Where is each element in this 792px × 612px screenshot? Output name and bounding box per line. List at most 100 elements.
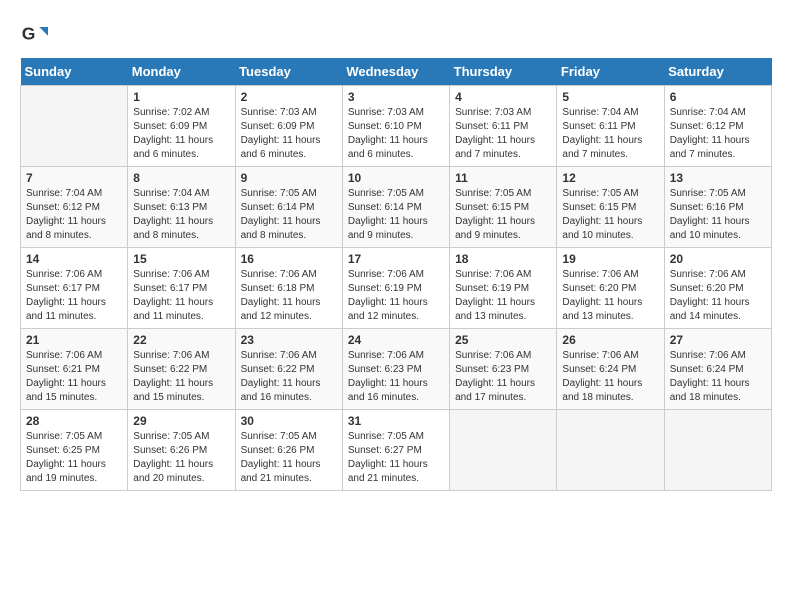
day-info: Sunrise: 7:06 AMSunset: 6:17 PMDaylight:… <box>133 268 229 324</box>
day-info: Sunrise: 7:05 AMSunset: 6:26 PMDaylight:… <box>241 430 337 486</box>
day-number: 26 <box>562 333 658 347</box>
day-info: Sunrise: 7:05 AMSunset: 6:14 PMDaylight:… <box>348 187 444 243</box>
weekday-header-thursday: Thursday <box>450 58 557 86</box>
calendar-cell: 11 Sunrise: 7:05 AMSunset: 6:15 PMDayligh… <box>450 167 557 248</box>
calendar-cell: 25 Sunrise: 7:06 AMSunset: 6:23 PMDayligh… <box>450 329 557 410</box>
calendar-cell: 28 Sunrise: 7:05 AMSunset: 6:25 PMDayligh… <box>21 410 128 491</box>
weekday-header-saturday: Saturday <box>664 58 771 86</box>
day-info: Sunrise: 7:06 AMSunset: 6:20 PMDaylight:… <box>670 268 766 324</box>
day-number: 6 <box>670 90 766 104</box>
calendar-cell: 17Sunrise: 7:06 AMSunset: 6:19 PMDayligh… <box>342 248 449 329</box>
calendar-cell: 27 Sunrise: 7:06 AMSunset: 6:24 PMDayligh… <box>664 329 771 410</box>
day-info: Sunrise: 7:02 AMSunset: 6:09 PMDaylight:… <box>133 106 229 162</box>
day-info: Sunrise: 7:05 AMSunset: 6:15 PMDaylight:… <box>455 187 551 243</box>
calendar-cell: 13 Sunrise: 7:05 AMSunset: 6:16 PMDayligh… <box>664 167 771 248</box>
day-number: 13 <box>670 171 766 185</box>
day-number: 3 <box>348 90 444 104</box>
calendar-cell: 30 Sunrise: 7:05 AMSunset: 6:26 PMDayligh… <box>235 410 342 491</box>
day-info: Sunrise: 7:06 AMSunset: 6:22 PMDaylight:… <box>133 349 229 405</box>
weekday-header-wednesday: Wednesday <box>342 58 449 86</box>
day-number: 22 <box>133 333 229 347</box>
day-number: 10 <box>348 171 444 185</box>
day-info: Sunrise: 7:06 AMSunset: 6:22 PMDaylight:… <box>241 349 337 405</box>
calendar-cell: 12 Sunrise: 7:05 AMSunset: 6:15 PMDayligh… <box>557 167 664 248</box>
page-header: G <box>20 20 772 48</box>
day-info: Sunrise: 7:06 AMSunset: 6:20 PMDaylight:… <box>562 268 658 324</box>
svg-text:G: G <box>22 23 36 43</box>
day-info: Sunrise: 7:05 AMSunset: 6:16 PMDaylight:… <box>670 187 766 243</box>
day-number: 12 <box>562 171 658 185</box>
day-number: 2 <box>241 90 337 104</box>
calendar-cell <box>557 410 664 491</box>
weekday-header-row: SundayMondayTuesdayWednesdayThursdayFrid… <box>21 58 772 86</box>
calendar-cell <box>450 410 557 491</box>
day-number: 5 <box>562 90 658 104</box>
calendar-week-row: 21 Sunrise: 7:06 AMSunset: 6:21 PMDayligh… <box>21 329 772 410</box>
calendar-cell: 20 Sunrise: 7:06 AMSunset: 6:20 PMDayligh… <box>664 248 771 329</box>
day-info: Sunrise: 7:05 AMSunset: 6:26 PMDaylight:… <box>133 430 229 486</box>
day-number: 30 <box>241 414 337 428</box>
day-number: 20 <box>670 252 766 266</box>
day-number: 17 <box>348 252 444 266</box>
calendar-cell: 14Sunrise: 7:06 AMSunset: 6:17 PMDayligh… <box>21 248 128 329</box>
weekday-header-friday: Friday <box>557 58 664 86</box>
weekday-header-tuesday: Tuesday <box>235 58 342 86</box>
day-info: Sunrise: 7:06 AMSunset: 6:24 PMDaylight:… <box>670 349 766 405</box>
day-number: 16 <box>241 252 337 266</box>
day-info: Sunrise: 7:06 AMSunset: 6:19 PMDaylight:… <box>455 268 551 324</box>
day-number: 4 <box>455 90 551 104</box>
calendar-cell <box>664 410 771 491</box>
calendar-cell: 10 Sunrise: 7:05 AMSunset: 6:14 PMDayligh… <box>342 167 449 248</box>
day-info: Sunrise: 7:06 AMSunset: 6:23 PMDaylight:… <box>455 349 551 405</box>
calendar-cell: 6 Sunrise: 7:04 AMSunset: 6:12 PMDaylight… <box>664 86 771 167</box>
calendar-cell: 9Sunrise: 7:05 AMSunset: 6:14 PMDaylight… <box>235 167 342 248</box>
day-info: Sunrise: 7:03 AMSunset: 6:09 PMDaylight:… <box>241 106 337 162</box>
day-info: Sunrise: 7:04 AMSunset: 6:12 PMDaylight:… <box>26 187 122 243</box>
logo: G <box>20 20 52 48</box>
day-number: 15 <box>133 252 229 266</box>
calendar-week-row: 1Sunrise: 7:02 AMSunset: 6:09 PMDaylight… <box>21 86 772 167</box>
day-number: 11 <box>455 171 551 185</box>
calendar-cell: 22 Sunrise: 7:06 AMSunset: 6:22 PMDayligh… <box>128 329 235 410</box>
day-info: Sunrise: 7:06 AMSunset: 6:23 PMDaylight:… <box>348 349 444 405</box>
calendar-cell: 4Sunrise: 7:03 AMSunset: 6:11 PMDaylight… <box>450 86 557 167</box>
day-info: Sunrise: 7:04 AMSunset: 6:12 PMDaylight:… <box>670 106 766 162</box>
calendar-table: SundayMondayTuesdayWednesdayThursdayFrid… <box>20 58 772 491</box>
logo-icon: G <box>20 20 48 48</box>
calendar-cell: 29 Sunrise: 7:05 AMSunset: 6:26 PMDayligh… <box>128 410 235 491</box>
day-number: 21 <box>26 333 122 347</box>
calendar-week-row: 28 Sunrise: 7:05 AMSunset: 6:25 PMDayligh… <box>21 410 772 491</box>
calendar-cell: 19 Sunrise: 7:06 AMSunset: 6:20 PMDayligh… <box>557 248 664 329</box>
calendar-cell: 24 Sunrise: 7:06 AMSunset: 6:23 PMDayligh… <box>342 329 449 410</box>
day-number: 18 <box>455 252 551 266</box>
day-number: 25 <box>455 333 551 347</box>
calendar-header: SundayMondayTuesdayWednesdayThursdayFrid… <box>21 58 772 86</box>
weekday-header-monday: Monday <box>128 58 235 86</box>
calendar-cell: 1Sunrise: 7:02 AMSunset: 6:09 PMDaylight… <box>128 86 235 167</box>
day-number: 23 <box>241 333 337 347</box>
day-info: Sunrise: 7:06 AMSunset: 6:18 PMDaylight:… <box>241 268 337 324</box>
day-info: Sunrise: 7:05 AMSunset: 6:15 PMDaylight:… <box>562 187 658 243</box>
calendar-cell: 2 Sunrise: 7:03 AMSunset: 6:09 PMDaylight… <box>235 86 342 167</box>
calendar-cell: 31Sunrise: 7:05 AMSunset: 6:27 PMDayligh… <box>342 410 449 491</box>
day-info: Sunrise: 7:03 AMSunset: 6:10 PMDaylight:… <box>348 106 444 162</box>
day-info: Sunrise: 7:06 AMSunset: 6:17 PMDaylight:… <box>26 268 122 324</box>
day-info: Sunrise: 7:06 AMSunset: 6:24 PMDaylight:… <box>562 349 658 405</box>
day-number: 27 <box>670 333 766 347</box>
day-number: 28 <box>26 414 122 428</box>
day-number: 8 <box>133 171 229 185</box>
calendar-cell: 21 Sunrise: 7:06 AMSunset: 6:21 PMDayligh… <box>21 329 128 410</box>
weekday-header-sunday: Sunday <box>21 58 128 86</box>
day-info: Sunrise: 7:06 AMSunset: 6:21 PMDaylight:… <box>26 349 122 405</box>
calendar-cell: 15 Sunrise: 7:06 AMSunset: 6:17 PMDayligh… <box>128 248 235 329</box>
calendar-cell <box>21 86 128 167</box>
calendar-cell: 26 Sunrise: 7:06 AMSunset: 6:24 PMDayligh… <box>557 329 664 410</box>
day-number: 24 <box>348 333 444 347</box>
day-info: Sunrise: 7:05 AMSunset: 6:25 PMDaylight:… <box>26 430 122 486</box>
calendar-week-row: 7Sunrise: 7:04 AMSunset: 6:12 PMDaylight… <box>21 167 772 248</box>
day-number: 29 <box>133 414 229 428</box>
calendar-cell: 7Sunrise: 7:04 AMSunset: 6:12 PMDaylight… <box>21 167 128 248</box>
day-info: Sunrise: 7:05 AMSunset: 6:27 PMDaylight:… <box>348 430 444 486</box>
calendar-cell: 23 Sunrise: 7:06 AMSunset: 6:22 PMDayligh… <box>235 329 342 410</box>
day-number: 19 <box>562 252 658 266</box>
